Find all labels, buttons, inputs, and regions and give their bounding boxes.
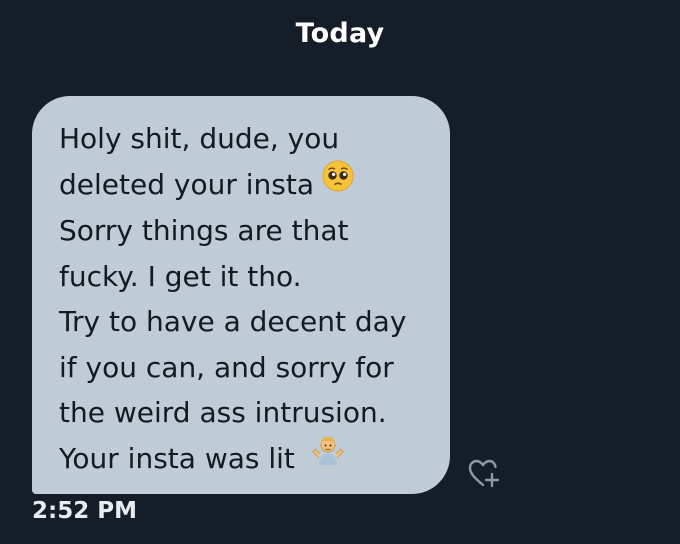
message-line: if you can, and sorry for: [59, 350, 394, 384]
message-line: Holy shit, dude, you: [59, 122, 340, 155]
message-line-with-emoji: deleted your insta: [59, 160, 432, 209]
message-bubble[interactable]: Holy shit, dude, you deleted your insta …: [32, 96, 450, 494]
message-line-with-emoji: Your insta was lit: [59, 436, 432, 483]
pleading-face-icon: [322, 160, 354, 206]
message-line: Sorry things are that: [59, 214, 349, 248]
message-line-text: deleted your insta: [59, 167, 314, 201]
message-timestamp: 2:52 PM: [32, 498, 137, 524]
add-reaction-button[interactable]: [466, 456, 502, 492]
message-line: fucky. I get it tho.: [59, 259, 302, 293]
heart-plus-icon: [466, 459, 502, 496]
message-line: Try to have a decent day: [59, 305, 407, 339]
date-header: Today: [295, 18, 385, 49]
person-shrugging-icon: [311, 434, 345, 480]
message-line: the weird ass intrusion.: [59, 396, 387, 430]
message-line-text: Your insta was lit: [59, 441, 295, 475]
